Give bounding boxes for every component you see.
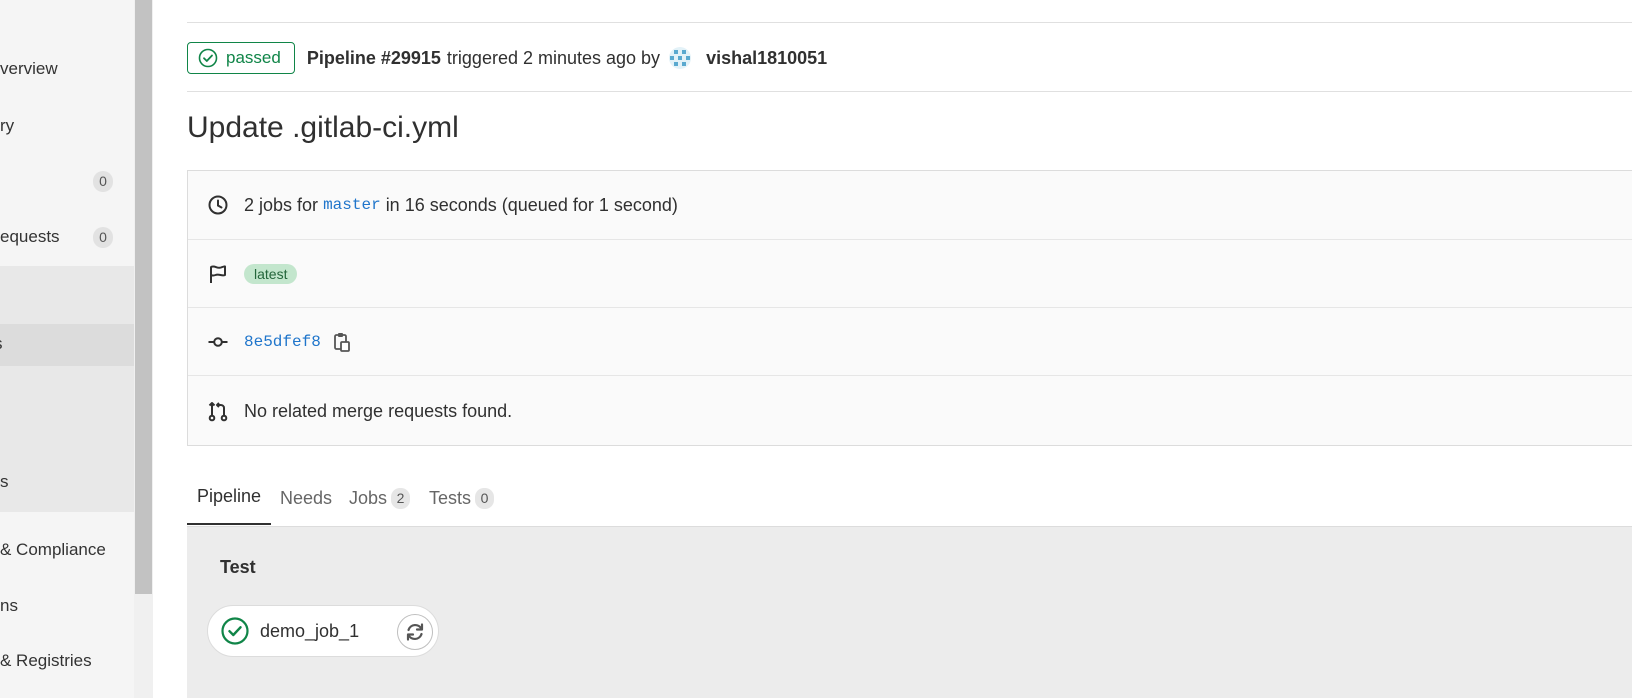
tab-pipeline[interactable]: Pipeline: [187, 470, 272, 525]
commit-sha-row: 8e5dfef8: [188, 307, 1632, 376]
tab-jobs[interactable]: Jobs 2: [349, 470, 411, 526]
status-badge[interactable]: passed: [187, 42, 295, 74]
tests-count-badge: 0: [475, 487, 495, 509]
job-name: demo_job_1: [260, 621, 360, 641]
divider: [187, 22, 1632, 23]
sidebar-item-issues[interactable]: 0: [0, 159, 134, 205]
sidebar-item-label: & Compliance: [0, 540, 106, 559]
triggered-text: triggered 2 minutes ago by: [446, 47, 661, 68]
merge-requests-count-badge: 0: [93, 227, 113, 248]
sidebar-item-label: ns: [0, 596, 18, 615]
commit-sha-link[interactable]: 8e5dfef8: [244, 333, 321, 351]
pipeline-tabs: Pipeline Needs Jobs 2 Tests 0: [187, 470, 1632, 527]
issues-count-badge: 0: [93, 171, 113, 192]
pipeline-header: passed Pipeline #29915 triggered 2 minut…: [187, 41, 827, 75]
commit-icon: [208, 337, 228, 347]
sidebar-item-label: s: [0, 472, 9, 491]
page-title: Update .gitlab-ci.yml: [187, 111, 459, 144]
tab-needs[interactable]: Needs: [280, 470, 332, 526]
clipboard-icon: [333, 333, 350, 352]
tab-label: Tests: [429, 487, 472, 508]
latest-badge: latest: [244, 264, 298, 284]
sidebar-item-packages-registries[interactable]: & Registries: [0, 639, 134, 685]
merge-request-icon: [208, 402, 228, 422]
sidebar-item-merge-requests[interactable]: equests 0: [0, 215, 134, 261]
sidebar-item-label: s: [0, 334, 3, 354]
pipeline-id: Pipeline #29915: [306, 47, 441, 68]
jobs-count-badge: 2: [391, 487, 411, 509]
tab-label: Pipeline: [197, 486, 262, 506]
sidebar-item-label: & Registries: [0, 651, 92, 670]
stage-title: Test: [220, 557, 256, 577]
pipeline-info-panel: 2 jobs for master in 16 seconds (queued …: [187, 170, 1632, 446]
tab-tests[interactable]: Tests 0: [429, 470, 495, 526]
tab-label: Jobs: [349, 487, 388, 508]
sidebar-item-security-compliance[interactable]: & Compliance: [0, 528, 134, 574]
copy-sha-button[interactable]: [333, 332, 351, 352]
check-circle-icon: [221, 617, 249, 645]
jobs-summary-row: 2 jobs for master in 16 seconds (queued …: [188, 171, 1632, 239]
sidebar-item-deployments[interactable]: ns: [0, 584, 134, 630]
retry-icon: [406, 623, 424, 641]
check-circle-icon: [198, 48, 218, 68]
status-label: passed: [226, 48, 281, 67]
clock-icon: [208, 195, 228, 215]
pipeline-graph: Test demo_job_1: [187, 527, 1632, 698]
merge-requests-text: No related merge requests found.: [244, 400, 513, 421]
scrollbar-thumb[interactable]: [135, 0, 152, 594]
sidebar-item-ci-cd-subitems[interactable]: s: [0, 366, 134, 512]
sidebar-item-ci-cd[interactable]: [0, 266, 134, 324]
sidebar-item-label: equests: [0, 227, 60, 246]
jobs-suffix: in 16 seconds (queued for 1 second): [385, 194, 678, 215]
jobs-prefix: 2 jobs for: [244, 194, 319, 215]
sidebar-scrollbar[interactable]: [134, 0, 153, 698]
sidebar-item-repository[interactable]: ry: [0, 104, 134, 150]
sidebar-item-overview[interactable]: verview: [0, 47, 134, 93]
avatar[interactable]: [668, 46, 692, 70]
identicon-icon: [669, 47, 692, 69]
flag-icon: [210, 265, 226, 283]
user-link[interactable]: vishal1810051: [706, 48, 827, 69]
branch-link[interactable]: master: [323, 196, 381, 214]
divider: [187, 91, 1632, 92]
sidebar-item-label: ry: [0, 116, 15, 135]
sidebar-item-pipelines[interactable]: s: [0, 324, 134, 366]
tab-label: Needs: [280, 487, 333, 508]
retry-button[interactable]: [397, 614, 433, 650]
tag-row: latest: [188, 239, 1632, 308]
sidebar: verview ry 0 equests 0 s s & Compliance …: [0, 0, 134, 698]
merge-requests-row: No related merge requests found.: [188, 375, 1632, 446]
sidebar-item-label: verview: [0, 59, 58, 78]
job-card[interactable]: demo_job_1: [207, 605, 439, 657]
